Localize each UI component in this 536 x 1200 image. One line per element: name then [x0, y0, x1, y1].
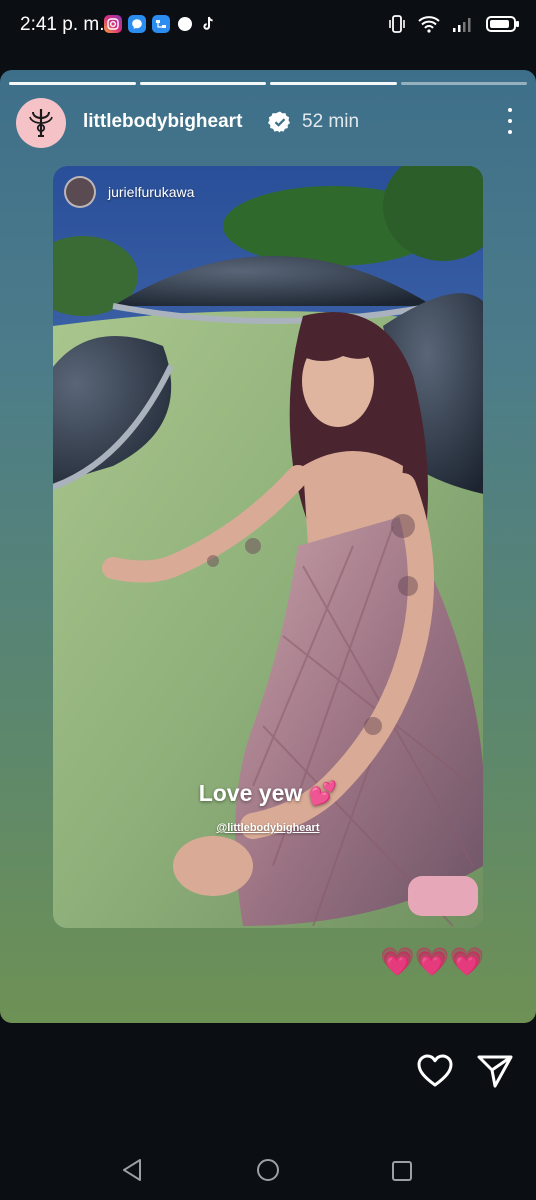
more-options-button[interactable]	[500, 106, 520, 136]
progress-segment	[139, 82, 266, 85]
send-button[interactable]	[476, 1053, 514, 1089]
progress-segment	[270, 82, 397, 85]
status-time: 2:41 p. m.	[20, 14, 105, 35]
vibrate-icon	[389, 15, 405, 33]
recents-square-icon[interactable]	[391, 1160, 413, 1182]
like-button[interactable]	[416, 1053, 454, 1089]
wifi-icon	[418, 16, 440, 33]
mention-sticker[interactable]: @littlebodybigheart	[53, 822, 483, 834]
dot-icon	[176, 15, 194, 33]
back-triangle-icon[interactable]	[121, 1158, 143, 1182]
progress-segment	[9, 82, 136, 85]
status-bar: 2:41 p. m.	[0, 0, 536, 50]
send-icon	[477, 1055, 513, 1088]
instagram-icon	[104, 15, 122, 33]
story-time-ago: 52 min	[302, 111, 360, 132]
story-progress-bar	[9, 82, 527, 85]
post-photo	[53, 166, 483, 928]
shared-post[interactable]: jurielfurukawa Love yew 💕 @littlebodybig…	[53, 166, 483, 928]
story-caption: Love yew 💕	[198, 780, 338, 806]
tiktok-icon	[200, 15, 218, 33]
story-username[interactable]: littlebodybigheart	[83, 111, 242, 133]
system-status-icons	[388, 13, 520, 35]
post-author[interactable]: jurielfurukawa	[64, 176, 194, 208]
system-navigation-bar	[0, 1130, 536, 1200]
story-actions	[0, 1023, 536, 1123]
notification-icons	[104, 15, 218, 33]
home-circle-icon[interactable]	[256, 1158, 280, 1182]
story-header: littlebodybigheart 52 min	[16, 98, 520, 148]
vpn-icon	[152, 15, 170, 33]
messenger-icon	[128, 15, 146, 33]
battery-icon	[486, 16, 519, 32]
heart-icon	[417, 1054, 453, 1087]
post-author-avatar[interactable]	[64, 176, 96, 208]
avatar[interactable]	[16, 98, 66, 148]
brand-logo-icon	[29, 109, 53, 137]
signal-icon	[453, 18, 471, 32]
post-author-username[interactable]: jurielfurukawa	[108, 184, 194, 200]
progress-segment-current	[400, 82, 527, 85]
story-viewer[interactable]: littlebodybigheart 52 min jurielfurukawa…	[0, 70, 536, 1023]
verified-badge-icon	[268, 111, 290, 133]
heart-stickers: 💗💗💗	[380, 946, 485, 977]
